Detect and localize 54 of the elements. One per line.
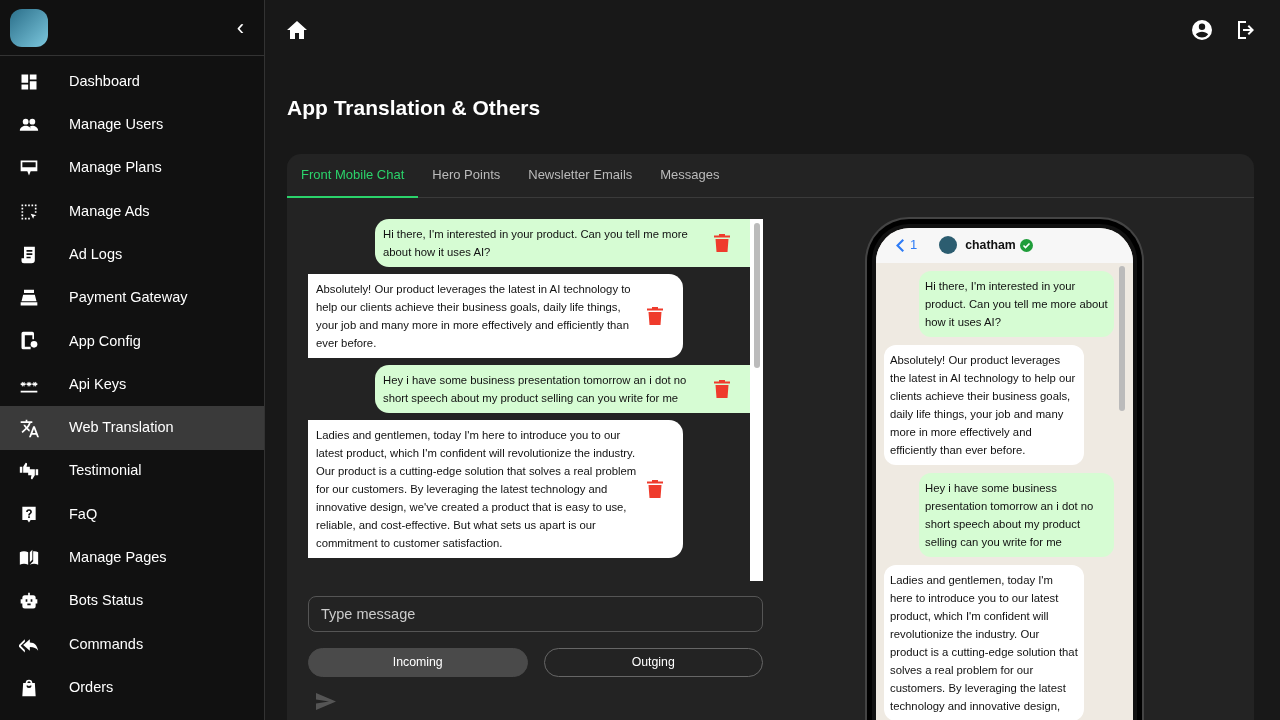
message-bubble: Absolutely! Our product leverages the latest in AI technology to help our clients achieve their business goals, daily life things, your job and many more in more effectively and efficiently than ever before. [884,344,1084,465]
scrollbar[interactable] [750,218,763,581]
account-icon[interactable] [1192,20,1212,40]
tab[interactable]: Hero Points [418,153,515,198]
back-count: 1 [910,236,918,255]
message-bubble: Hi there, I'm interested in your product. Can you tell me more about how it uses AI? [919,270,1114,337]
contact-name: chatham [965,236,1016,254]
sidebar-item[interactable]: Manage Ads [0,189,264,234]
robot-icon [19,591,39,612]
question-icon [19,504,39,525]
logout-icon[interactable] [1236,20,1256,40]
cash-register-icon [19,288,39,309]
translate-icon [19,418,39,438]
tab[interactable]: Front Mobile Chat [287,153,419,198]
message-text: Absolutely! Our product leverages the latest in AI technology to help our clients achieve their business goals, daily life things, your job and many more in more effectively and efficiently than ever before. [316,281,632,351]
sidebar-item[interactable]: Dashboard [0,60,264,104]
send-icon[interactable] [316,692,336,710]
tab[interactable]: Messages [646,153,734,198]
avatar [10,8,48,47]
page-title: App Translation & Others [287,95,542,121]
sidebar-item[interactable]: Bots Status [0,579,264,623]
shopping-bag-icon [19,677,39,698]
contact-avatar [939,236,958,254]
delete-icon[interactable] [647,479,663,498]
sidebar-item[interactable]: Payment Gateway [0,276,264,320]
message-bubble: Hey i have some business presentation tomorrow an i dot no short speech about my product selling can you write for me [919,472,1114,557]
collapse-button[interactable]: ‹ [230,16,250,39]
delete-icon[interactable] [714,233,730,252]
sidebar-item[interactable]: Ad Logs [0,233,264,277]
tab[interactable]: Newsletter Emails [514,153,647,198]
sidebar-item[interactable]: Manage Users [0,103,264,147]
sidebar-item[interactable]: Web Translation [0,406,264,450]
sidebar-item[interactable]: FaQ [0,492,264,537]
message-input[interactable]: Type message [308,595,763,632]
scrollbar-thumb[interactable] [1119,265,1125,411]
sidebar-item[interactable]: Orders [0,666,264,710]
message-text: Hey i have some business presentation tomorrow an i dot no short speech about my product selling can you write for me [383,372,688,406]
sidebar-item[interactable]: Testimonial [0,449,264,493]
message-text: Ladies and gentlemen, today I'm here to introduce you to our latest product, which I'm confident will revolutionize the industry. Our product is a cutting-edge solution that solves a real problem for our customers. By leveraging the latest technology and innovative design, we've created a product that is easy to use, reliable, and cost-effective. But what sets us apart is our commitment to customer satisfaction. [316,427,637,551]
message-bubble: Ladies and gentlemen, today I'm here to introduce you to our latest product, which I'm confident will revolutionize the industry. Our product is a cutting-edge solution that solves a real problem for our customers. By leveraging the latest technology and innovative design, [884,564,1084,720]
message-text: Hi there, I'm interested in your product. Can you tell me more about how it uses AI? [383,226,689,260]
delete-icon[interactable] [647,306,663,325]
phone-settings-icon [19,331,39,352]
home-icon[interactable] [287,21,307,39]
sidebar-item[interactable]: Api Keys [0,363,264,407]
thumbs-icon [19,461,39,482]
sidebar-item[interactable]: Commands [0,622,264,667]
back-button[interactable]: 1 [896,235,918,255]
delete-icon[interactable] [714,379,730,398]
sidebar-item[interactable]: App Config [0,319,264,364]
sidebar-item[interactable]: Manage Pages [0,536,264,580]
back-icon [896,238,904,252]
sidebar-item[interactable]: Manage Plans [0,146,264,190]
direction-toggle[interactable]: Incoming [308,647,528,677]
